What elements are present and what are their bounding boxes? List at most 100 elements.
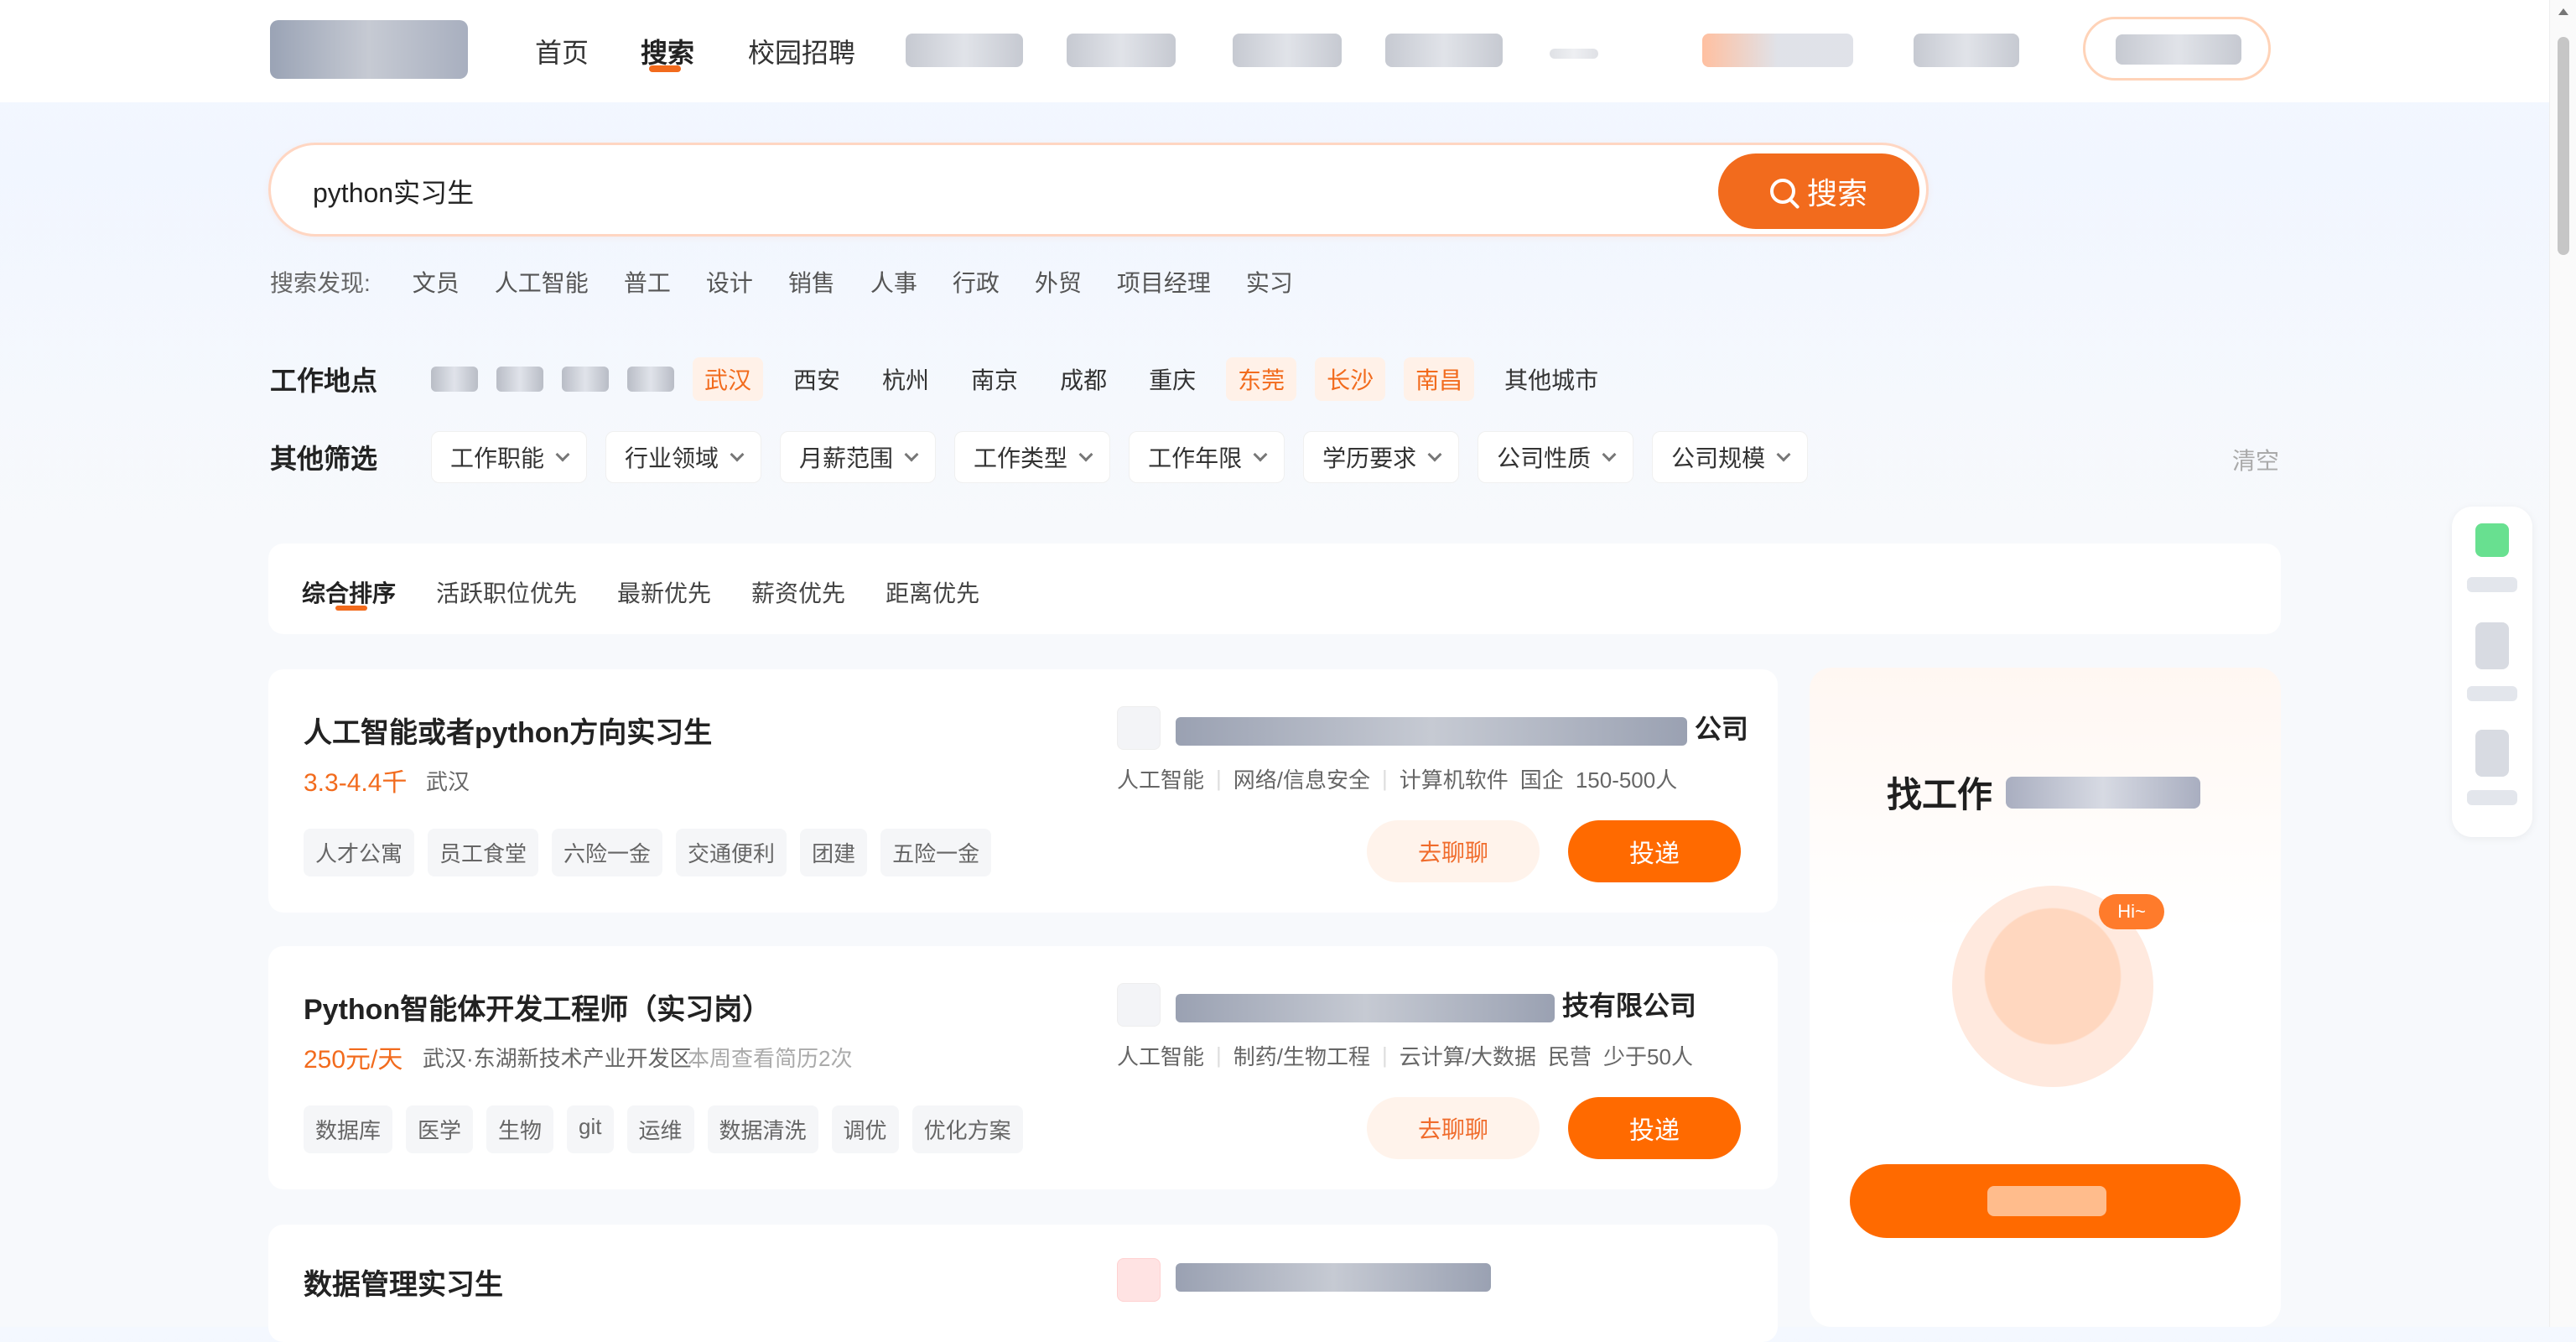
- filter-company-type[interactable]: 公司性质: [1478, 431, 1634, 483]
- filter-monthly-salary[interactable]: 月薪范围: [780, 431, 937, 483]
- nav-item-blurred-7[interactable]: [1914, 34, 2019, 67]
- job-tag: 员工食堂: [428, 829, 539, 876]
- job-tag: 人才公寓: [304, 829, 415, 876]
- nav-active-indicator: [649, 65, 681, 72]
- chat-button[interactable]: 去聊聊: [1367, 1097, 1540, 1159]
- filter-industry[interactable]: 行业领域: [605, 431, 762, 483]
- nav-item-blurred-3[interactable]: [1233, 34, 1342, 67]
- discover-chip[interactable]: 人事: [870, 265, 917, 299]
- job-tag: 交通便利: [676, 829, 787, 876]
- chevron-down-icon: [730, 447, 745, 462]
- job-card[interactable]: Python智能体开发工程师（实习岗） 250元/天 武汉·东湖新技术产业开发区…: [268, 946, 1778, 1189]
- filter-job-type[interactable]: 工作类型: [954, 431, 1111, 483]
- search-button[interactable]: 搜索: [1718, 153, 1919, 229]
- job-title[interactable]: 人工智能或者python方向实习生: [304, 710, 712, 751]
- job-tags: 人才公寓 员工食堂 六险一金 交通便利 团建 五险一金: [304, 829, 992, 876]
- chat-button[interactable]: 去聊聊: [1367, 820, 1540, 882]
- dock-label-blurred: [2467, 790, 2517, 805]
- company-name[interactable]: 公司: [1176, 708, 1748, 746]
- separator: |: [1382, 1043, 1388, 1068]
- nav-home[interactable]: 首页: [535, 32, 589, 70]
- nav-campus-recruitment[interactable]: 校园招聘: [748, 32, 855, 70]
- job-card[interactable]: 人工智能或者python方向实习生 3.3-4.4千 武汉 人才公寓 员工食堂 …: [268, 669, 1778, 913]
- company-industry: 云计算/大数据: [1399, 1044, 1537, 1069]
- apply-button[interactable]: 投递: [1568, 820, 1741, 882]
- discover-chip[interactable]: 文员: [413, 265, 460, 299]
- city-blurred-2[interactable]: [496, 367, 543, 392]
- filter-education[interactable]: 学历要求: [1303, 431, 1460, 483]
- separator: |: [1216, 766, 1222, 791]
- scroll-up-icon[interactable]: [2558, 8, 2568, 15]
- nav-item-blurred-4[interactable]: [1385, 34, 1503, 67]
- scroll-thumb[interactable]: [2558, 37, 2569, 255]
- apply-button[interactable]: 投递: [1568, 1097, 1741, 1159]
- company-industry: 制药/生物工程: [1233, 1044, 1371, 1069]
- vertical-scrollbar[interactable]: [2549, 0, 2576, 1327]
- company-logo[interactable]: [1117, 1258, 1161, 1302]
- other-filters-row: 其他筛选 工作职能 行业领域 月薪范围 工作类型 工作年限 学历要求 公司性质: [270, 431, 1809, 483]
- discover-chip[interactable]: 设计: [706, 265, 753, 299]
- discover-chip[interactable]: 人工智能: [495, 265, 589, 299]
- site-logo[interactable]: [270, 20, 468, 79]
- discover-chip[interactable]: 外贸: [1035, 265, 1082, 299]
- company-logo[interactable]: [1117, 706, 1161, 750]
- city-blurred-3[interactable]: [562, 367, 609, 392]
- city-xian[interactable]: 西安: [782, 357, 852, 401]
- job-title[interactable]: 数据管理实习生: [304, 1261, 503, 1303]
- sort-distance-first[interactable]: 距离优先: [886, 575, 979, 609]
- job-tag: 生物: [486, 1105, 554, 1153]
- dock-qr-icon[interactable]: [2475, 523, 2509, 557]
- discover-chip[interactable]: 销售: [788, 265, 835, 299]
- city-changsha[interactable]: 长沙: [1315, 357, 1386, 401]
- login-button[interactable]: [2083, 17, 2271, 81]
- company-meta: 人工智能 | 制药/生物工程 | 云计算/大数据 民营 少于50人: [1117, 1040, 1693, 1071]
- city-other[interactable]: 其他城市: [1493, 357, 1610, 401]
- dock-label-blurred: [2467, 686, 2517, 701]
- job-tag: 优化方案: [911, 1105, 1023, 1153]
- city-hangzhou[interactable]: 杭州: [870, 357, 941, 401]
- job-location: 武汉·东湖新技术产业开发区: [423, 1046, 692, 1071]
- company-name-suffix: 技有限公司: [1561, 991, 1696, 1021]
- job-card[interactable]: 数据管理实习生: [268, 1225, 1778, 1342]
- nav-item-blurred-6[interactable]: [1702, 34, 1853, 67]
- sort-salary-first[interactable]: 薪资优先: [751, 575, 845, 609]
- filter-job-function[interactable]: 工作职能: [431, 431, 588, 483]
- sort-comprehensive[interactable]: 综合排序: [302, 575, 396, 609]
- location-filter-title: 工作地点: [270, 366, 378, 396]
- city-nanjing[interactable]: 南京: [959, 357, 1030, 401]
- search-discovery: 搜索发现: 文员 人工智能 普工 设计 销售 人事 行政 外贸 项目经理 实习: [270, 265, 1293, 299]
- dock-service-icon[interactable]: [2475, 730, 2509, 777]
- city-dongguan[interactable]: 东莞: [1226, 357, 1297, 401]
- city-blurred-4[interactable]: [627, 367, 674, 392]
- filter-experience[interactable]: 工作年限: [1129, 431, 1285, 483]
- company-meta: 人工智能 | 网络/信息安全 | 计算机软件 国企 150-500人: [1117, 763, 1677, 794]
- search-input[interactable]: [311, 170, 1569, 212]
- company-industry: 计算机软件: [1399, 767, 1509, 793]
- company-name[interactable]: [1176, 1260, 1491, 1292]
- job-title[interactable]: Python智能体开发工程师（实习岗）: [304, 986, 771, 1027]
- discover-chip[interactable]: 实习: [1246, 265, 1293, 299]
- nav-item-blurred-5[interactable]: [1550, 49, 1598, 59]
- discover-chip[interactable]: 项目经理: [1117, 265, 1211, 299]
- job-tag: 六险一金: [552, 829, 663, 876]
- job-tag: git: [567, 1105, 614, 1153]
- city-wuhan[interactable]: 武汉: [693, 357, 764, 401]
- sort-newest-first[interactable]: 最新优先: [617, 575, 711, 609]
- discover-chip[interactable]: 普工: [624, 265, 671, 299]
- city-chongqing[interactable]: 重庆: [1137, 357, 1208, 401]
- city-blurred-1[interactable]: [431, 367, 478, 392]
- dock-mobile-icon[interactable]: [2475, 622, 2509, 669]
- nav-item-blurred-1[interactable]: [906, 34, 1023, 67]
- city-chengdu[interactable]: 成都: [1048, 357, 1119, 401]
- discover-chip[interactable]: 行政: [953, 265, 1000, 299]
- nav-item-blurred-2[interactable]: [1067, 34, 1176, 67]
- filter-company-size[interactable]: 公司规模: [1652, 431, 1809, 483]
- company-name[interactable]: 技有限公司: [1176, 985, 1696, 1023]
- separator: |: [1216, 1043, 1222, 1068]
- city-nanchang[interactable]: 南昌: [1404, 357, 1475, 401]
- promo-cta-button[interactable]: [1850, 1164, 2241, 1238]
- sort-active-jobs-first[interactable]: 活跃职位优先: [436, 575, 577, 609]
- clear-filters-button[interactable]: 清空: [2232, 443, 2279, 476]
- filter-label: 学历要求: [1322, 445, 1417, 471]
- company-logo[interactable]: [1117, 983, 1161, 1027]
